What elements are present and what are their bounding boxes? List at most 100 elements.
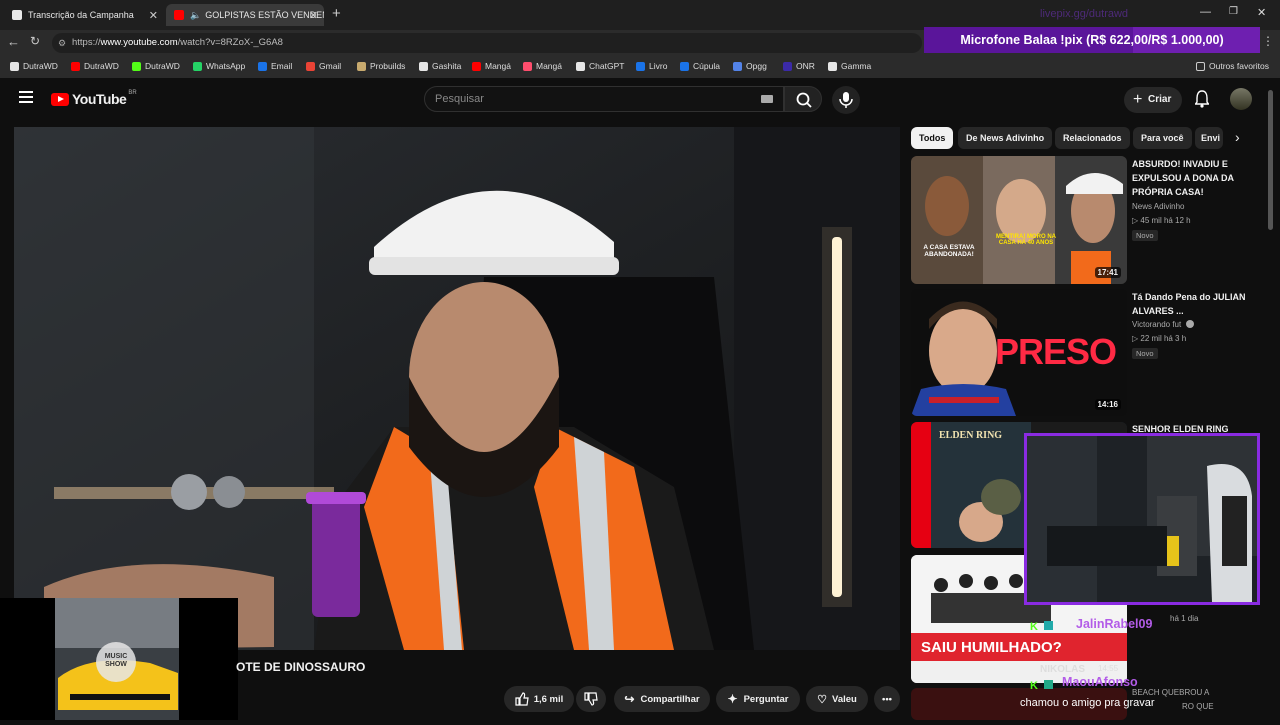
scrollbar[interactable] xyxy=(1268,90,1273,230)
chip-para-voce[interactable]: Para você xyxy=(1133,127,1192,149)
bookmark-label: DutraWD xyxy=(23,61,58,71)
site-info-icon[interactable]: ⚙ xyxy=(58,33,66,53)
hamburger-menu-icon[interactable] xyxy=(19,91,33,103)
microphone-icon xyxy=(839,92,853,108)
close-window-button[interactable]: ✕ xyxy=(1257,6,1266,19)
donation-goal-bar: Microfone Balaa !pix (R$ 622,00/R$ 1.000… xyxy=(924,27,1260,53)
bookmark-item[interactable]: DutraWD xyxy=(71,61,119,71)
ask-button[interactable]: ✦ Perguntar xyxy=(716,686,800,712)
tab-transcription[interactable]: Transcrição da Campanha ✕ xyxy=(4,4,164,26)
bookmark-label: Email xyxy=(271,61,293,71)
bookmark-item[interactable]: Gashita xyxy=(419,61,461,71)
share-label: Compartilhar xyxy=(640,693,700,705)
search-input[interactable]: Pesquisar xyxy=(424,86,784,112)
chevron-right-icon[interactable]: › xyxy=(1235,129,1240,145)
thanks-button[interactable]: ♡ Valeu xyxy=(806,686,868,712)
video-frame xyxy=(14,127,900,650)
bookmark-favicon-icon xyxy=(357,61,366,71)
bookmark-item[interactable]: WhatsApp xyxy=(193,61,245,71)
document-icon xyxy=(12,10,22,20)
bookmark-label: ChatGPT xyxy=(589,61,625,71)
bookmark-favicon-icon xyxy=(472,61,481,71)
bookmark-item[interactable]: ONR xyxy=(783,61,815,71)
maximize-button[interactable]: ❐ xyxy=(1229,6,1238,17)
new-badge: Novo xyxy=(1132,348,1158,359)
chat-message: chamou o amigo pra gravar xyxy=(1020,697,1155,709)
bookmarks-bar: DutraWD DutraWD DutraWD WhatsApp Email Gmail P… xyxy=(0,56,1280,78)
bookmark-label: ONR xyxy=(796,61,815,71)
recommended-thumbnail-2[interactable]: PRESO 14:16 xyxy=(911,289,1127,416)
url-input[interactable]: ⚙ https://www.youtube.com/watch?v=8RZoX-… xyxy=(52,33,922,53)
other-favorites[interactable]: Outros favoritos xyxy=(1196,61,1269,71)
thanks-label: Valeu xyxy=(832,693,857,705)
livepix-url: livepix.gg/dutrawd xyxy=(1040,8,1129,20)
thumbs-up-icon xyxy=(515,692,529,706)
chip-envi[interactable]: Envi xyxy=(1195,127,1223,149)
video-meta: há 1 dia xyxy=(1170,614,1199,623)
recommended-title-2[interactable]: Tá Dando Pena do JULIAN ALVARES ... xyxy=(1132,290,1262,318)
back-icon[interactable]: ← xyxy=(7,34,20,49)
bookmark-item[interactable]: Email xyxy=(258,61,292,71)
heart-dollar-icon: ♡ xyxy=(817,693,828,706)
chat-username: JalinRabel09 xyxy=(1076,617,1153,631)
bookmark-item[interactable]: DutraWD xyxy=(10,61,58,71)
bookmark-favicon-icon xyxy=(258,61,267,71)
recommended-thumbnail-1[interactable]: A CASA ESTAVA ABANDONADA! MENTIRA! MORO … xyxy=(911,156,1127,284)
bookmark-label: DutraWD xyxy=(145,61,180,71)
bookmark-item[interactable]: Opgg xyxy=(733,61,767,71)
speaker-icon[interactable]: 🔈 xyxy=(190,10,201,21)
bookmark-favicon-icon xyxy=(576,61,585,71)
thumbnail-caption: A CASA ESTAVA ABANDONADA! xyxy=(923,244,975,258)
bookmark-item[interactable]: Cúpula xyxy=(680,61,720,71)
menu-icon[interactable]: ⋮ xyxy=(1262,34,1274,48)
bookmark-item[interactable]: Gmail xyxy=(306,61,341,71)
share-button[interactable]: ↪ Compartilhar xyxy=(614,686,710,712)
tab-label: GOLPISTAS ESTÃO VENDENDO xyxy=(205,10,324,20)
chat-badges: K xyxy=(1030,617,1054,633)
partial-title: RO QUE xyxy=(1182,702,1214,711)
video-player[interactable] xyxy=(14,127,900,650)
bookmark-item[interactable]: Livro xyxy=(636,61,667,71)
avatar[interactable] xyxy=(1230,88,1252,110)
bookmark-favicon-icon xyxy=(10,61,19,71)
close-icon[interactable]: ✕ xyxy=(309,9,318,22)
video-meta: ▷ 45 mil há 12 h xyxy=(1132,216,1191,225)
like-button[interactable]: 1,6 mil xyxy=(504,686,574,712)
dislike-button[interactable] xyxy=(576,686,606,712)
url-host: www.youtube.com xyxy=(100,37,178,48)
minimize-button[interactable]: — xyxy=(1200,6,1211,18)
reload-icon[interactable]: ↻ xyxy=(30,34,40,48)
url-scheme: https:// xyxy=(72,37,101,48)
search-button[interactable] xyxy=(784,86,822,112)
channel-name[interactable]: Victorando fut xyxy=(1132,320,1195,329)
create-label: Criar xyxy=(1148,94,1172,105)
bookmark-label: Gashita xyxy=(432,61,462,71)
youtube-icon xyxy=(174,10,184,20)
more-actions-button[interactable]: ••• xyxy=(874,686,900,712)
bookmark-item[interactable]: DutraWD xyxy=(132,61,180,71)
youtube-logo[interactable]: YouTube BR xyxy=(51,90,137,107)
thumbnail-image xyxy=(911,156,1127,284)
more-icon: ••• xyxy=(882,693,892,705)
chip-todos[interactable]: Todos xyxy=(911,127,954,149)
voice-search-button[interactable] xyxy=(832,86,860,114)
share-icon: ↪ xyxy=(624,692,635,706)
ask-label: Perguntar xyxy=(743,693,789,705)
recommended-title-1[interactable]: ABSURDO! INVADIU E EXPULSOU A DONA DA PR… xyxy=(1132,157,1262,199)
channel-name[interactable]: News Adivinho xyxy=(1132,202,1184,211)
bookmark-item[interactable]: Mangá xyxy=(472,61,511,71)
bookmark-favicon-icon xyxy=(523,61,532,71)
tab-youtube[interactable]: 🔈 GOLPISTAS ESTÃO VENDENDO ✕ xyxy=(166,4,324,26)
chip-de-news-adivinho[interactable]: De News Adivinho xyxy=(958,127,1053,149)
folder-icon xyxy=(1196,61,1205,71)
bookmark-item[interactable]: Gamma xyxy=(828,61,871,71)
bookmark-item[interactable]: Mangá xyxy=(523,61,562,71)
notifications-bell-icon[interactable] xyxy=(1194,90,1210,113)
keyboard-icon[interactable] xyxy=(761,95,773,103)
new-tab-button[interactable]: + xyxy=(332,5,341,22)
create-button[interactable]: + Criar xyxy=(1124,87,1182,113)
bookmark-item[interactable]: Probuilds xyxy=(357,61,405,71)
chip-relacionados[interactable]: Relacionados xyxy=(1055,127,1130,149)
close-icon[interactable]: ✕ xyxy=(149,9,158,22)
bookmark-item[interactable]: ChatGPT xyxy=(576,61,624,71)
